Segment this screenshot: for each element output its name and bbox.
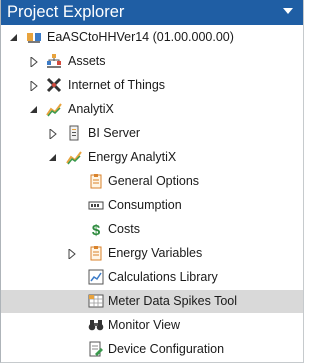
panel-title: Project Explorer xyxy=(7,3,125,21)
tree-node-assets[interactable]: Assets xyxy=(1,50,303,73)
tree-node-energy-variables[interactable]: Energy Variables xyxy=(1,242,303,265)
tree-label: General Options xyxy=(108,174,200,188)
bi-server-icon xyxy=(69,125,79,141)
expanded-arrow-icon[interactable] xyxy=(29,105,39,115)
tree-label: BI Server xyxy=(88,126,141,140)
dropdown-triangle-icon xyxy=(283,8,293,14)
analytix-icon xyxy=(46,103,62,117)
tree-label: Device Configuration xyxy=(108,342,225,356)
binoculars-icon xyxy=(88,320,104,331)
tree-node-monitor-view[interactable]: Monitor View xyxy=(1,314,303,337)
expanded-arrow-icon[interactable] xyxy=(48,153,58,163)
collapsed-arrow-icon[interactable] xyxy=(29,81,39,91)
collapsed-arrow-icon[interactable] xyxy=(67,249,77,259)
tree-node-bi-server[interactable]: BI Server xyxy=(1,122,303,145)
tree-node-general-options[interactable]: General Options xyxy=(1,170,303,193)
chart-icon xyxy=(88,269,104,285)
tree-label: EaASCtoHHVer14 (01.00.000.00) xyxy=(47,30,234,44)
project-explorer-panel: Project Explorer EaASCtoHHVer14 (01.00.0… xyxy=(0,0,304,363)
tree-label: Costs xyxy=(108,222,140,236)
tree-node-meter-data-spikes-tool[interactable]: Meter Data Spikes Tool xyxy=(1,290,303,313)
tree-label: Internet of Things xyxy=(68,78,166,92)
tree-label: Consumption xyxy=(108,198,182,212)
meter-icon xyxy=(88,201,104,210)
project-icon xyxy=(27,33,41,43)
collapsed-arrow-icon[interactable] xyxy=(48,129,58,139)
tree-node-internet-of-things[interactable]: Internet of Things xyxy=(1,74,303,97)
tree-node-project[interactable]: EaASCtoHHVer14 (01.00.000.00) xyxy=(1,26,303,49)
tree-label: AnalytiX xyxy=(68,102,114,116)
panel-titlebar: Project Explorer xyxy=(1,0,303,25)
dollar-icon: $ xyxy=(92,222,101,237)
tree-node-costs[interactable]: $ Costs xyxy=(1,218,303,241)
tree-node-device-configuration[interactable]: Device Configuration xyxy=(1,338,303,361)
variables-icon xyxy=(90,246,102,261)
iot-icon xyxy=(46,77,62,93)
device-config-icon xyxy=(89,341,103,357)
tree-label: Monitor View xyxy=(108,318,181,332)
tree-label: Meter Data Spikes Tool xyxy=(108,294,237,308)
tree-label: Energy Variables xyxy=(108,246,203,260)
tree-node-analytix[interactable]: AnalytiX xyxy=(1,98,303,121)
collapsed-arrow-icon[interactable] xyxy=(29,57,39,67)
tree-label: Energy AnalytiX xyxy=(88,150,177,164)
svg-text:$: $ xyxy=(92,222,101,237)
panel-menu-button[interactable] xyxy=(279,2,299,22)
clipboard-icon xyxy=(90,174,102,189)
spikes-tool-icon xyxy=(88,294,104,308)
energy-analytix-icon xyxy=(66,151,82,165)
tree-node-calculations-library[interactable]: Calculations Library xyxy=(1,266,303,289)
tree-label: Calculations Library xyxy=(108,270,218,284)
tree-node-consumption[interactable]: Consumption xyxy=(1,194,303,217)
expanded-arrow-icon[interactable] xyxy=(9,33,19,43)
assets-icon xyxy=(47,54,61,68)
tree-label: Assets xyxy=(68,54,106,68)
tree-node-energy-analytix[interactable]: Energy AnalytiX xyxy=(1,146,303,169)
